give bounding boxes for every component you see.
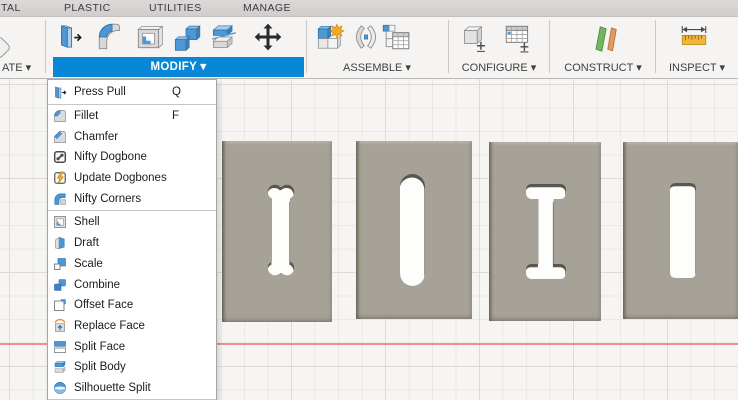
- menu-item-label: Combine: [74, 278, 121, 291]
- combine-icon: [52, 277, 68, 293]
- modify-dropdown[interactable]: MODIFY ▾: [53, 57, 304, 77]
- menu-item-label: Fillet: [74, 110, 99, 123]
- create-dropdown-partial[interactable]: ATE ▾: [2, 61, 31, 74]
- toolbar-group-separator: [655, 20, 656, 73]
- press-pull-icon[interactable]: [54, 21, 86, 53]
- menu-item-label: Chamfer: [74, 130, 119, 143]
- menu-separator: [48, 210, 216, 212]
- split-body-icon[interactable]: [207, 21, 239, 53]
- menu-item-shell[interactable]: Shell: [48, 212, 216, 233]
- menu-item-label: Nifty Corners: [74, 192, 142, 205]
- body-panel-4[interactable]: [623, 142, 738, 319]
- menu-item-label: Replace Face: [74, 319, 145, 332]
- fillet-icon[interactable]: [95, 21, 127, 53]
- menu-item-scale[interactable]: Scale: [48, 254, 216, 275]
- measure-icon[interactable]: [678, 21, 710, 53]
- tab-plastic[interactable]: PLASTIC: [64, 2, 111, 14]
- new-component-icon[interactable]: [314, 21, 346, 53]
- mini-dogbone-slot: [670, 183, 696, 278]
- plain-slot: [400, 174, 425, 286]
- tbone-slot: [526, 184, 566, 279]
- construct-dropdown[interactable]: CONSTRUCT ▾: [551, 61, 655, 74]
- bom-table-icon[interactable]: [380, 21, 412, 53]
- shell-icon[interactable]: [133, 21, 165, 53]
- menu-item-silhouette-split[interactable]: Silhouette Split: [48, 378, 216, 399]
- dogbone-slot-circular: [267, 184, 295, 276]
- configuration-cube-icon[interactable]: [458, 21, 490, 53]
- toolbar-tab-bar: TAL PLASTIC UTILITIES MANAGE: [0, 0, 738, 17]
- assemble-dropdown[interactable]: ASSEMBLE ▾: [308, 61, 446, 74]
- menu-item-fillet[interactable]: Fillet F: [48, 106, 216, 127]
- menu-item-combine[interactable]: Combine: [48, 274, 216, 295]
- menu-item-label: Press Pull: [74, 86, 126, 99]
- menu-item-label: Update Dogbones: [74, 172, 167, 185]
- scale-icon: [52, 256, 68, 272]
- menu-item-label: Offset Face: [74, 299, 134, 312]
- menu-item-label: Shell: [74, 216, 100, 229]
- offset-face-icon: [52, 297, 68, 313]
- inspect-dropdown[interactable]: INSPECT ▾: [657, 61, 737, 74]
- toolbar-group-separator: [306, 20, 307, 73]
- nifty-corners-icon: [52, 191, 68, 207]
- configure-dropdown[interactable]: CONFIGURE ▾: [450, 61, 548, 74]
- joint-icon[interactable]: [350, 21, 382, 53]
- fillet-icon: [52, 108, 68, 124]
- split-face-icon: [52, 339, 68, 355]
- modify-dropdown-menu: Press Pull Q Fillet F Chamfer Nifty Dogbone Up…: [47, 79, 217, 400]
- shell-icon: [52, 214, 68, 230]
- toolbar-group-separator: [448, 20, 449, 73]
- menu-item-offset-face[interactable]: Offset Face: [48, 295, 216, 316]
- split-body-icon: [52, 359, 68, 375]
- nifty-dogbone-icon: [52, 149, 68, 165]
- menu-item-replace-face[interactable]: Replace Face: [48, 316, 216, 337]
- tab-manage[interactable]: MANAGE: [243, 2, 291, 14]
- menu-item-label: Scale: [74, 257, 103, 270]
- menu-item-nifty-corners[interactable]: Nifty Corners: [48, 188, 216, 209]
- menu-item-label: Split Body: [74, 361, 126, 374]
- menu-item-label: Nifty Dogbone: [74, 151, 147, 164]
- menu-item-split-face[interactable]: Split Face: [48, 336, 216, 357]
- body-panel-2[interactable]: [356, 141, 472, 319]
- menu-item-label: Split Face: [74, 340, 126, 353]
- menu-item-draft[interactable]: Draft: [48, 233, 216, 254]
- create-group-partial-icon: [0, 35, 12, 60]
- toolbar-group-separator: [549, 20, 550, 73]
- body-panel-1[interactable]: [222, 141, 332, 322]
- menu-item-chamfer[interactable]: Chamfer: [48, 126, 216, 147]
- replace-face-icon: [52, 318, 68, 334]
- body-panel-3[interactable]: [489, 142, 601, 321]
- menu-item-label: Silhouette Split: [74, 381, 151, 394]
- menu-item-shortcut: F: [172, 110, 180, 123]
- move-icon[interactable]: [252, 21, 284, 53]
- menu-item-press-pull[interactable]: Press Pull Q: [48, 82, 216, 103]
- silhouette-split-icon: [52, 380, 68, 396]
- press-pull-icon: [52, 84, 68, 100]
- menu-item-update-dogbones[interactable]: Update Dogbones: [48, 168, 216, 189]
- menu-item-split-body[interactable]: Split Body: [48, 357, 216, 378]
- menu-item-label: Draft: [74, 237, 99, 250]
- combine-icon[interactable]: [170, 21, 202, 53]
- toolbar-group-separator: [45, 20, 46, 73]
- tab-utilities[interactable]: UTILITIES: [149, 2, 202, 14]
- configuration-table-icon[interactable]: [502, 21, 534, 53]
- viewport-canvas: Press Pull Q Fillet F Chamfer Nifty Dogbone Up…: [0, 78, 738, 400]
- menu-separator: [48, 103, 216, 105]
- menu-item-nifty-dogbone[interactable]: Nifty Dogbone: [48, 147, 216, 168]
- construction-planes-icon[interactable]: [588, 21, 620, 53]
- update-dogbones-icon: [52, 170, 68, 186]
- tab-tal[interactable]: TAL: [1, 2, 21, 14]
- main-toolbar: ATE ▾ MODIFY ▾ ASSEMBLE ▾ CONFIGURE ▾ CONS…: [0, 17, 738, 79]
- chamfer-icon: [52, 129, 68, 145]
- draft-icon: [52, 235, 68, 251]
- menu-item-shortcut: Q: [172, 86, 181, 99]
